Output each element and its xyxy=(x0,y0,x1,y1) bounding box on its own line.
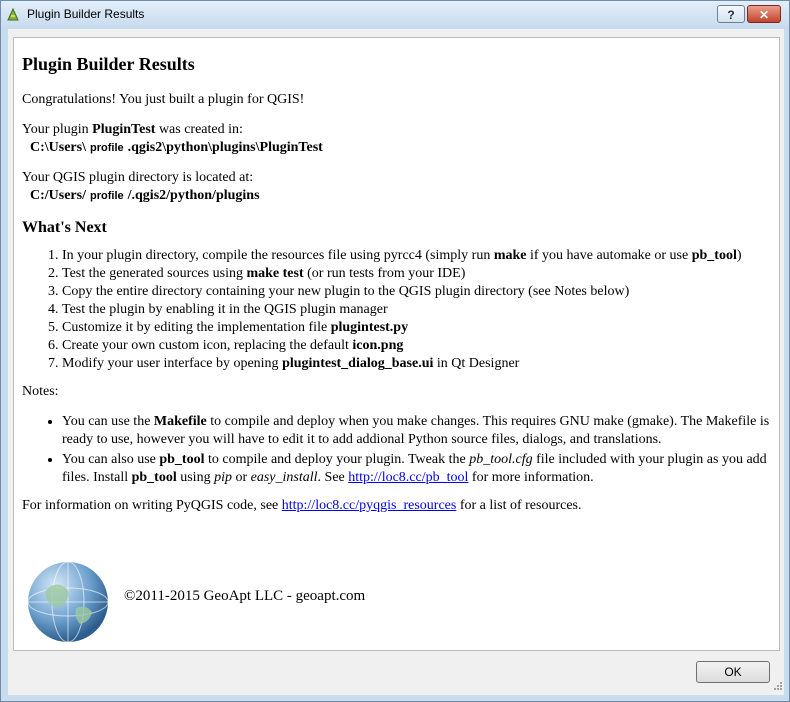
step-text-mid: (or run tests from your IDE) xyxy=(303,266,466,281)
directory-info: Your QGIS plugin directory is located at… xyxy=(22,169,772,205)
step-bold: icon.png xyxy=(352,338,404,353)
note-bold: pb_tool xyxy=(159,452,205,467)
pyqgis-resources-link[interactable]: http://loc8.cc/pyqgis_resources xyxy=(282,498,457,513)
redacted-profile-label-2: profile xyxy=(86,187,128,205)
plugin-path: C:\Users\ profile .qgis2\python\plugins\Pl… xyxy=(22,139,772,157)
step-item: Create your own custom icon, replacing t… xyxy=(62,337,772,355)
step-bold: make test xyxy=(246,266,304,281)
step-text-end: ) xyxy=(736,248,742,263)
note-italic: pip xyxy=(214,470,232,485)
notes-label: Notes: xyxy=(22,384,59,399)
note-item: You can use the Makefile to compile and … xyxy=(62,413,772,449)
step-item: Copy the entire directory containing you… xyxy=(62,283,772,301)
created-info: Your plugin PluginTest was created in: C… xyxy=(22,121,772,157)
pb-tool-link[interactable]: http://loc8.cc/pb_tool xyxy=(348,470,468,485)
note-item: You can also use pb_tool to compile and … xyxy=(62,451,772,487)
note-italic: pb_tool.cfg xyxy=(469,452,533,467)
redacted-profile-label: profile xyxy=(86,139,128,157)
step-item: Customize it by editing the implementati… xyxy=(62,319,772,337)
directory-path: C:/Users/profile/.qgis2/python/plugins xyxy=(22,187,772,205)
note-text: to compile and deploy your plugin. Tweak… xyxy=(204,452,470,467)
step-text: Modify your user interface by opening xyxy=(62,356,283,371)
step-bold: plugintest_dialog_base.ui xyxy=(282,356,434,371)
created-suffix: was created in: xyxy=(155,122,243,137)
note-bold: Makefile xyxy=(153,414,207,429)
directory-path-end: /.qgis2/python/plugins xyxy=(127,188,260,203)
step-item: Test the generated sources using make te… xyxy=(62,265,772,283)
step-item: In your plugin directory, compile the re… xyxy=(62,247,772,265)
copyright-text: ©2011-2015 GeoApt LLC - geoapt.com xyxy=(124,588,366,604)
step-bold: plugintest.py xyxy=(330,320,409,335)
plugin-builder-dialog: Plugin Builder Results ? ✕ Plugin Builde… xyxy=(0,0,790,702)
note-text: You can use the xyxy=(62,414,154,429)
step-text: Test the generated sources using xyxy=(62,266,247,281)
note-text: . See xyxy=(317,470,349,485)
step-text: Test the plugin by enabling it in the QG… xyxy=(62,302,388,317)
resize-grip-icon[interactable] xyxy=(773,681,783,691)
qgis-logo-icon xyxy=(7,8,19,21)
step-text-mid: in Qt Designer xyxy=(433,356,520,371)
step-item: Modify your user interface by opening pl… xyxy=(62,355,772,373)
step-text-mid: if you have automake or use xyxy=(526,248,692,263)
results-panel[interactable]: Plugin Builder Results Congratulations! … xyxy=(13,37,780,651)
window-title: Plugin Builder Results xyxy=(27,7,145,21)
congratulations-text: Congratulations! You just built a plugin… xyxy=(22,92,305,107)
step-text: In your plugin directory, compile the re… xyxy=(62,248,494,263)
dialog-body: Plugin Builder Results Congratulations! … xyxy=(8,29,784,695)
info-text-start: For information on writing PyQGIS code, … xyxy=(22,498,282,513)
step-text: Customize it by editing the implementati… xyxy=(62,320,331,335)
results-content: Plugin Builder Results Congratulations! … xyxy=(22,44,772,527)
step-text: Copy the entire directory containing you… xyxy=(62,284,630,299)
note-text: using xyxy=(176,470,215,485)
note-text: or xyxy=(231,470,251,485)
note-italic: easy_install xyxy=(250,470,318,485)
info-text-end: for a list of resources. xyxy=(456,498,582,513)
note-bold: pb_tool xyxy=(131,470,177,485)
globe-icon xyxy=(27,561,109,643)
note-text: You can also use xyxy=(62,452,160,467)
help-button[interactable]: ? xyxy=(717,5,745,23)
step-text: Create your own custom icon, replacing t… xyxy=(62,338,353,353)
plugin-path-start: C:\Users\ xyxy=(30,140,86,155)
step-bold-2: pb_tool xyxy=(691,248,737,263)
notes-list: You can use the Makefile to compile and … xyxy=(22,413,772,487)
plugin-name: PluginTest xyxy=(92,122,156,137)
plugin-path-end: .qgis2\python\plugins\PluginTest xyxy=(127,140,323,155)
step-item: Test the plugin by enabling it in the QG… xyxy=(62,301,772,319)
whats-next-heading: What's Next xyxy=(22,219,107,236)
page-title: Plugin Builder Results xyxy=(22,54,195,74)
footer: ©2011-2015 GeoApt LLC - geoapt.com xyxy=(26,558,726,648)
directory-path-start: C:/Users/ xyxy=(30,188,86,203)
ok-button[interactable]: OK xyxy=(696,661,770,683)
note-text: for more information. xyxy=(468,470,594,485)
steps-list: In your plugin directory, compile the re… xyxy=(22,247,772,373)
close-button[interactable]: ✕ xyxy=(747,5,781,23)
created-prefix: Your plugin xyxy=(22,122,93,137)
step-bold: make xyxy=(493,248,527,263)
title-bar[interactable]: Plugin Builder Results ? ✕ xyxy=(1,1,789,29)
info-text: For information on writing PyQGIS code, … xyxy=(22,497,772,515)
directory-text: Your QGIS plugin directory is located at… xyxy=(22,170,254,185)
